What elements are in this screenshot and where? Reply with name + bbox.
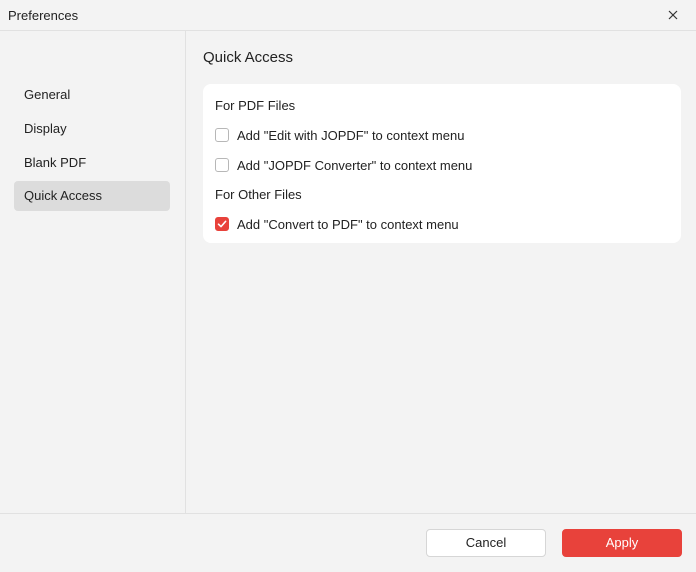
checkbox-edit-with-jopdf[interactable] — [215, 128, 229, 142]
close-icon[interactable] — [664, 6, 682, 24]
checkbox-jopdf-converter[interactable] — [215, 158, 229, 172]
sidebar-item-blank-pdf[interactable]: Blank PDF — [14, 148, 170, 178]
cancel-button[interactable]: Cancel — [426, 529, 546, 557]
main-content: Quick Access For PDF Files Add "Edit wit… — [187, 31, 696, 513]
sidebar: General Display Blank PDF Quick Access — [0, 31, 186, 513]
option-label: Add "JOPDF Converter" to context menu — [237, 157, 473, 173]
option-label: Add "Convert to PDF" to context menu — [237, 216, 459, 232]
option-label: Add "Edit with JOPDF" to context menu — [237, 127, 465, 143]
preferences-window: Preferences General Display Blank PDF Qu… — [0, 0, 696, 572]
option-convert-to-pdf[interactable]: Add "Convert to PDF" to context menu — [215, 215, 459, 233]
page-title: Quick Access — [203, 49, 294, 66]
checkbox-convert-to-pdf[interactable] — [215, 217, 229, 231]
sidebar-item-quick-access[interactable]: Quick Access — [14, 181, 170, 211]
group-label-other-files: For Other Files — [215, 187, 302, 202]
checkmark-icon — [217, 220, 227, 228]
option-jopdf-converter[interactable]: Add "JOPDF Converter" to context menu — [215, 156, 472, 174]
group-label-pdf-files: For PDF Files — [215, 98, 296, 113]
sidebar-item-general[interactable]: General — [14, 80, 170, 110]
window-title: Preferences — [8, 8, 79, 23]
option-edit-with-jopdf[interactable]: Add "Edit with JOPDF" to context menu — [215, 126, 464, 144]
title-bar: Preferences — [0, 0, 696, 31]
apply-button[interactable]: Apply — [562, 529, 682, 557]
dialog-footer: Cancel Apply — [0, 513, 696, 572]
quick-access-card: For PDF Files Add "Edit with JOPDF" to c… — [203, 84, 681, 243]
sidebar-item-display[interactable]: Display — [14, 114, 170, 144]
